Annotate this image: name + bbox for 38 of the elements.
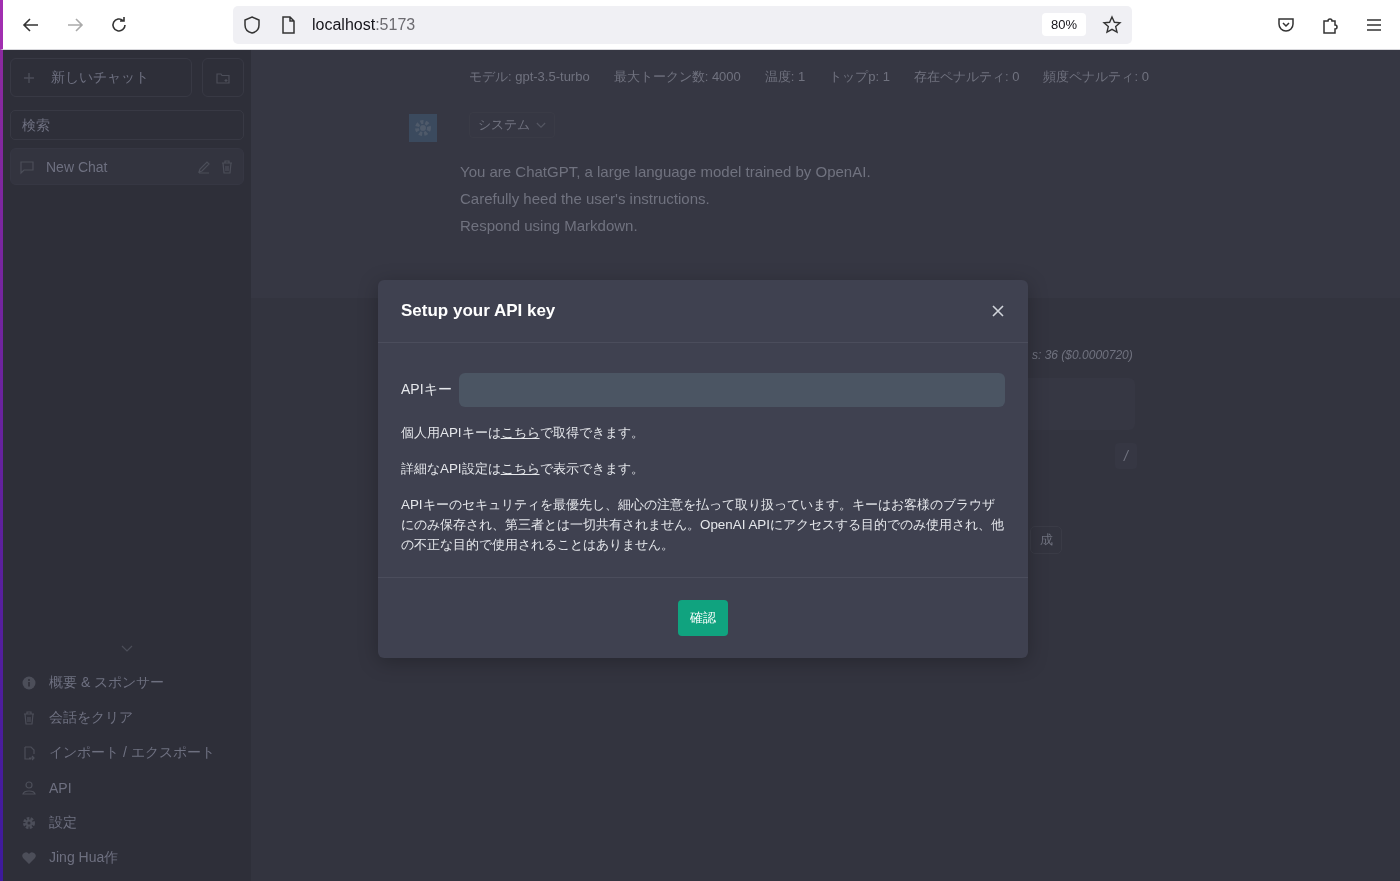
menu-item[interactable]: API [10, 770, 244, 805]
chat-bubble-icon [19, 158, 35, 175]
close-icon[interactable] [991, 304, 1005, 318]
dialog-title: Setup your API key [401, 301, 557, 321]
system-prompt-line: Respond using Markdown. [460, 216, 639, 236]
menu-item[interactable]: 会話をクリア [10, 700, 244, 735]
gear-avatar-icon [409, 114, 437, 142]
menu-item[interactable]: インポート / エクスポート [10, 735, 244, 770]
menu-item[interactable]: Jing Hua作 [10, 840, 244, 875]
chevron-down-icon [536, 121, 546, 129]
heart-icon [21, 849, 37, 866]
shield-icon[interactable] [242, 14, 262, 35]
search-field[interactable]: 検索 [10, 110, 244, 140]
url-text: localhost:5173 [312, 15, 417, 34]
token-count: s: 36 ($0.0000720) [1032, 348, 1133, 362]
note-text: 個人用APIキーはこちら で取得できます。 [401, 424, 645, 442]
confirm-button[interactable]: 確認 [678, 600, 728, 636]
link[interactable]: こちら [500, 461, 540, 476]
system-prompt-line: You are ChatGPT, a large language model trained by OpenAI. [460, 162, 871, 182]
note-text: 詳細なAPI設定はこちら で表示できます。 [401, 460, 645, 478]
settings-icon [21, 814, 37, 831]
file-icon [21, 744, 37, 761]
api-key-label: APIキー [401, 381, 452, 399]
user-icon [21, 779, 37, 796]
menu-item[interactable]: 設定 [10, 805, 244, 840]
system-prompt-line: Carefully heed the user's instructions. [460, 189, 711, 209]
zoom-level[interactable]: 80% [1041, 13, 1086, 36]
security-note: APIキーのセキュリティを最優先し、細心の注意を払って取り扱っています。キーはお客様のブラウザにのみ保存され、第三者とは一切共有されません。OpenAI APIにアクセスする目的でのみ使用され、他の不正な目的で使用されることはありません。 [401, 496, 1005, 554]
trash-icon [21, 709, 37, 726]
link[interactable]: こちら [500, 425, 540, 440]
menu-item[interactable]: 概要 & スポンサー [10, 665, 244, 700]
new-chat-button[interactable]: 新しいチャット [10, 58, 192, 97]
command-button[interactable]: / [1115, 443, 1137, 469]
star-icon[interactable] [1102, 14, 1122, 35]
address-bar[interactable]: localhost:5173 80% [233, 5, 1132, 44]
info-icon [21, 674, 37, 691]
generate-button[interactable]: 成 [1030, 526, 1062, 554]
reload-icon[interactable] [109, 14, 129, 35]
